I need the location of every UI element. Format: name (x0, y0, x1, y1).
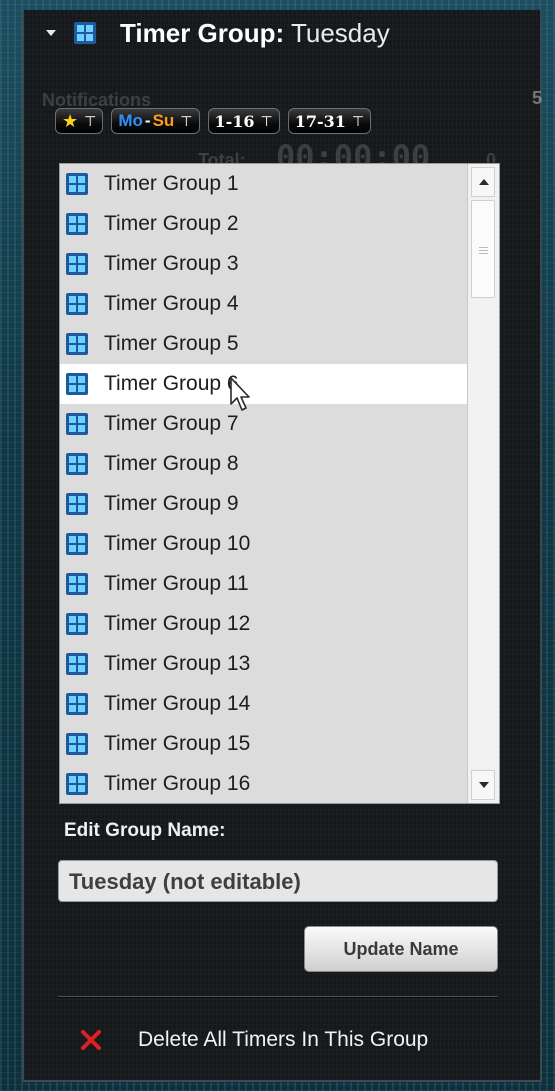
list-item[interactable]: Timer Group 4 (60, 284, 467, 324)
grid-icon (66, 213, 88, 235)
list-item-label: Timer Group 12 (104, 612, 251, 635)
list-item-label: Timer Group 11 (104, 572, 249, 595)
list-item-label: Timer Group 5 (104, 332, 239, 355)
grid-icon (66, 253, 88, 275)
list-item-label: Timer Group 9 (104, 492, 239, 515)
scrollbar[interactable] (467, 164, 499, 803)
weekday-separator: - (144, 111, 151, 130)
grid-icon (66, 173, 88, 195)
list-item[interactable]: Timer Group 11 (60, 564, 467, 604)
list-item[interactable]: Timer Group 9 (60, 484, 467, 524)
collapse-arrow-icon[interactable] (46, 30, 56, 36)
weekday-from: Mo (118, 111, 143, 130)
pin-icon: ⊤ (84, 113, 97, 129)
weekday-to: Su (152, 111, 175, 130)
range-17-31-filter-button[interactable]: 17-31 ⊤ (287, 108, 372, 134)
grid-icon (74, 22, 96, 44)
list-item-label: Timer Group 1 (104, 172, 239, 195)
list-item[interactable]: Timer Group 7 (60, 404, 467, 444)
grid-icon (66, 573, 88, 595)
list-item-label: Timer Group 13 (104, 652, 251, 675)
pin-icon: ⊤ (260, 113, 273, 129)
grid-icon (66, 493, 88, 515)
scroll-down-button[interactable] (471, 770, 495, 800)
title-label: Timer Group: (120, 18, 285, 48)
list-item[interactable]: Timer Group 13 (60, 644, 467, 684)
list-item-label: Timer Group 3 (104, 252, 239, 275)
list-item[interactable]: Timer Group 14 (60, 684, 467, 724)
grid-icon (66, 693, 88, 715)
divider (58, 996, 498, 998)
list-item[interactable]: Timer Group 6 (60, 364, 467, 404)
grid-icon (66, 453, 88, 475)
list-items: Timer Group 1 Timer Group 2 Timer Group 3 T… (60, 164, 467, 803)
list-item-label: Timer Group 7 (104, 412, 239, 435)
edit-group-name-label: Edit Group Name: (64, 820, 226, 841)
grid-icon (66, 773, 88, 795)
list-item-label: Timer Group 2 (104, 212, 239, 235)
range-1-16-filter-button[interactable]: 1-16 ⊤ (207, 108, 280, 134)
range-label: 17-31 (294, 111, 346, 131)
title-value: Tuesday (290, 18, 390, 48)
filter-toolbar: ★ ⊤ Mo - Su ⊤ 1-16 ⊤ 17-31 ⊤ (55, 108, 372, 140)
list-item[interactable]: Timer Group 3 (60, 244, 467, 284)
ghost-digit: 5 (532, 88, 543, 108)
range-label: 1-16 (214, 111, 255, 131)
list-item[interactable]: Timer Group 5 (60, 324, 467, 364)
delete-all-timers-button[interactable]: Delete All Timers In This Group (80, 1024, 428, 1056)
grid-icon (66, 373, 88, 395)
list-item-label: Timer Group 14 (104, 692, 251, 715)
grid-icon (66, 333, 88, 355)
mouse-cursor-icon (230, 377, 250, 411)
pin-icon: ⊤ (351, 113, 365, 129)
grid-icon (66, 413, 88, 435)
weekday-filter-button[interactable]: Mo - Su ⊤ (111, 108, 200, 134)
list-item[interactable]: Timer Group 2 (60, 204, 467, 244)
list-item[interactable]: Timer Group 1 (60, 164, 467, 204)
update-name-button[interactable]: Update Name (304, 926, 498, 972)
group-name-field[interactable]: Tuesday (not editable) (58, 860, 498, 902)
grid-icon (66, 613, 88, 635)
favorites-filter-button[interactable]: ★ ⊤ (55, 108, 104, 134)
delete-label: Delete All Timers In This Group (138, 1028, 429, 1051)
pin-icon: ⊤ (180, 113, 193, 129)
list-item[interactable]: Timer Group 15 (60, 724, 467, 764)
list-item[interactable]: Timer Group 16 (60, 764, 467, 803)
grip-icon (479, 246, 488, 254)
timer-group-list[interactable]: Timer Group 1 Timer Group 2 Timer Group 3 T… (59, 163, 500, 804)
list-item-label: Timer Group 6 (104, 372, 239, 395)
list-item-label: Timer Group 8 (104, 452, 239, 475)
scroll-thumb[interactable] (471, 200, 495, 298)
grid-icon (66, 733, 88, 755)
star-icon: ★ (62, 110, 79, 131)
list-item-label: Timer Group 10 (104, 532, 251, 555)
panel-title[interactable]: Timer Group: Tuesday (120, 18, 390, 49)
scroll-up-button[interactable] (471, 167, 495, 197)
list-item-label: Timer Group 4 (104, 292, 239, 315)
grid-icon (66, 293, 88, 315)
grid-icon (66, 533, 88, 555)
list-item[interactable]: Timer Group 10 (60, 524, 467, 564)
list-item[interactable]: Timer Group 12 (60, 604, 467, 644)
delete-x-icon (81, 1030, 101, 1050)
list-item-label: Timer Group 16 (104, 772, 251, 795)
grid-icon (66, 653, 88, 675)
list-item[interactable]: Timer Group 8 (60, 444, 467, 484)
list-item-label: Timer Group 15 (104, 732, 251, 755)
